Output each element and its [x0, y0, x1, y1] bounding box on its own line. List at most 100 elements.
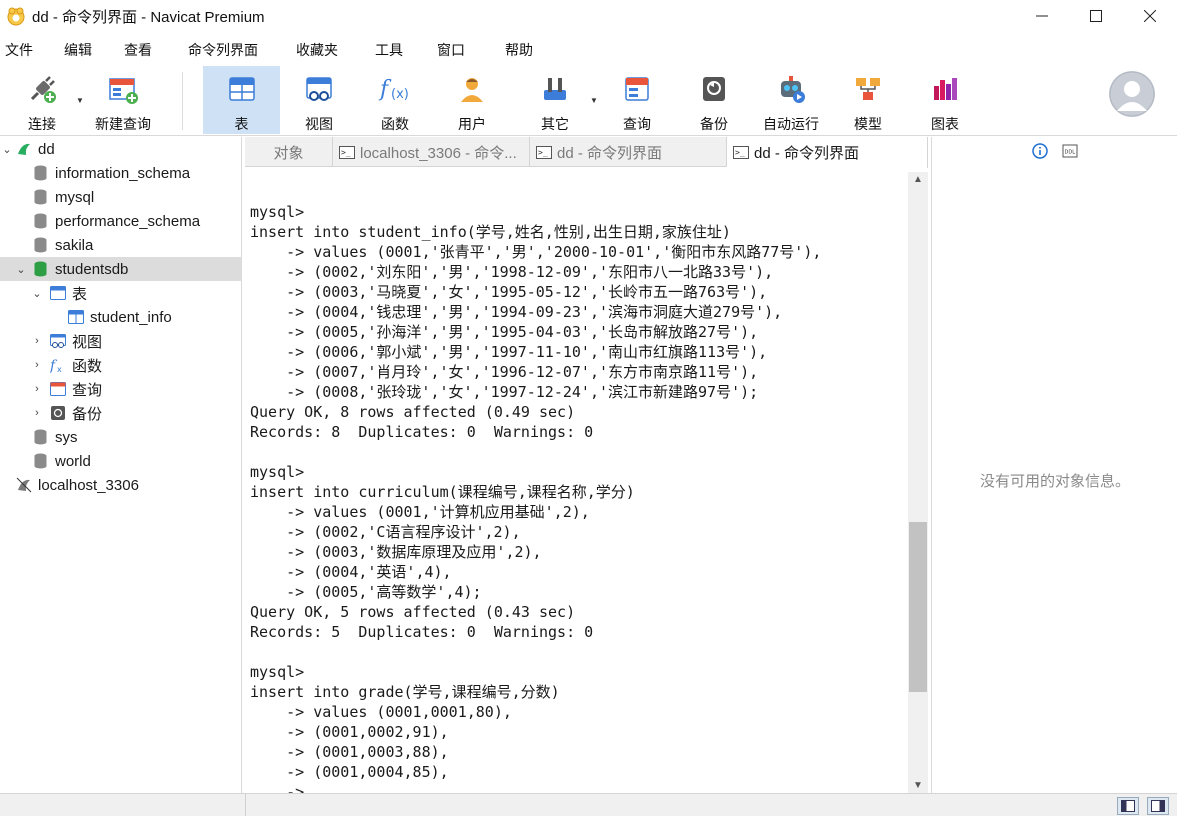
tree-db-world[interactable]: world: [0, 449, 242, 473]
mysql-connection-icon: [16, 477, 32, 493]
query-icon: [50, 382, 66, 396]
connect-button[interactable]: 连接: [14, 66, 70, 134]
console-line: insert into curriculum(课程编号,课程名称,学分): [250, 483, 635, 501]
menu-file[interactable]: 文件: [2, 40, 36, 60]
function-button[interactable]: f (x) 函数: [366, 66, 424, 134]
database-icon: [34, 453, 47, 469]
chevron-right-icon[interactable]: ›: [30, 335, 44, 347]
console-line: -> (0001,0002,91),: [250, 723, 449, 741]
tree-db-sakila[interactable]: sakila: [0, 233, 242, 257]
tree-db-sys[interactable]: sys: [0, 425, 242, 449]
maximize-button[interactable]: [1069, 0, 1123, 32]
tree-group-functions[interactable]: › fx 函数: [0, 353, 242, 377]
toggle-left-panel-button[interactable]: [1117, 797, 1139, 815]
terminal-icon: >_: [536, 145, 552, 159]
close-icon: [1144, 10, 1156, 22]
menu-window[interactable]: 窗口: [434, 40, 468, 60]
info-panel: DDL 没有可用的对象信息。: [931, 137, 1177, 793]
console-line: Records: 5 Duplicates: 0 Warnings: 0: [250, 623, 594, 641]
model-button[interactable]: 模型: [839, 66, 897, 134]
other-button[interactable]: 其它: [526, 66, 584, 134]
other-dropdown-icon[interactable]: ▼: [590, 96, 598, 105]
tab-localhost-console[interactable]: >_ localhost_3306 - 命令...: [333, 137, 530, 167]
chevron-right-icon[interactable]: ›: [30, 407, 44, 419]
database-icon: [34, 189, 47, 205]
menu-tools[interactable]: 工具: [372, 40, 406, 60]
backup-button[interactable]: 备份: [685, 66, 743, 134]
tree-table-student-info[interactable]: student_info: [0, 305, 242, 329]
console-line: -> (0001,0003,88),: [250, 743, 449, 761]
menu-console[interactable]: 命令列界面: [185, 40, 261, 60]
console-line: mysql>: [250, 663, 305, 681]
title-bar: dd - 命令列界面 - Navicat Premium: [0, 0, 1177, 32]
status-separator: [245, 794, 246, 816]
tree-group-queries[interactable]: › 查询: [0, 377, 242, 401]
user-button[interactable]: 用户: [443, 66, 501, 134]
tree-group-tables[interactable]: ⌄ 表: [0, 281, 242, 305]
tab-bar: 对象 >_ localhost_3306 - 命令... >_ dd - 命令列…: [245, 137, 928, 168]
scroll-down-icon[interactable]: ▼: [908, 780, 928, 791]
menu-favorites[interactable]: 收藏夹: [293, 40, 341, 60]
terminal-icon: >_: [339, 145, 355, 159]
console-line: -> (0003,'数据库原理及应用',2),: [250, 543, 542, 561]
chevron-down-icon[interactable]: ⌄: [0, 143, 14, 156]
table-button[interactable]: 表: [203, 66, 280, 134]
console-output[interactable]: mysql> insert into student_info(学号,姓名,性别,…: [245, 172, 908, 793]
close-button[interactable]: [1123, 0, 1177, 32]
database-icon: [34, 429, 47, 445]
tree-db-mysql[interactable]: mysql: [0, 185, 242, 209]
console-scrollbar[interactable]: ▲ ▼: [908, 172, 928, 793]
console-line: Query OK, 8 rows affected (0.49 sec): [250, 403, 576, 421]
console-line: -> values (0001,'计算机应用基础',2),: [250, 503, 590, 521]
console-line: -> (0003,'马晓夏','女','1995-05-12','长岭市五一路7…: [250, 283, 768, 301]
tree-db-performance-schema[interactable]: performance_schema: [0, 209, 242, 233]
database-icon: [34, 237, 47, 253]
menu-edit[interactable]: 编辑: [61, 40, 95, 60]
chevron-down-icon[interactable]: ⌄: [14, 263, 28, 276]
chevron-right-icon[interactable]: ›: [30, 383, 44, 395]
tree-db-studentsdb[interactable]: ⌄ studentsdb: [0, 257, 242, 281]
minimize-button[interactable]: [1015, 0, 1069, 32]
minimize-icon: [1036, 15, 1048, 17]
console-line: -> (0001,0004,85),: [250, 763, 449, 781]
toolbar: 连接 ▼ 新建查询 表 视图 f (x) 函数 用户 其它 ▼ 查询 备份 自动…: [0, 66, 1177, 134]
menu-help[interactable]: 帮助: [502, 40, 536, 60]
auto-run-button[interactable]: 自动运行: [755, 66, 827, 134]
tree-group-backups[interactable]: › 备份: [0, 401, 242, 425]
maximize-icon: [1090, 10, 1102, 22]
query-icon: [625, 77, 649, 101]
info-icon[interactable]: [1032, 143, 1048, 159]
view-button[interactable]: 视图: [290, 66, 348, 134]
query-button[interactable]: 查询: [608, 66, 666, 134]
tree-connection-localhost[interactable]: localhost_3306: [0, 473, 242, 497]
console-line: -> (0005,'孙海洋','男','1995-04-03','长岛市解放路2…: [250, 323, 759, 341]
console-line: -> values (0001,0001,80),: [250, 703, 512, 721]
function-icon: fx: [50, 358, 62, 373]
tab-objects[interactable]: 对象: [245, 137, 333, 167]
tab-dd-console-1[interactable]: >_ dd - 命令列界面: [530, 137, 727, 167]
tree-connection-dd[interactable]: ⌄ dd: [0, 137, 242, 161]
toggle-right-panel-button[interactable]: [1147, 797, 1169, 815]
scroll-up-icon[interactable]: ▲: [908, 174, 928, 185]
new-query-button[interactable]: 新建查询: [90, 66, 156, 134]
tree-db-information-schema[interactable]: information_schema: [0, 161, 242, 185]
database-open-icon: [34, 261, 47, 277]
svg-text:(x): (x): [391, 87, 409, 102]
function-icon: f (x): [378, 77, 409, 102]
menu-view[interactable]: 查看: [121, 40, 155, 60]
console-line: -> (0002,'刘东阳','男','1998-12-09','东阳市八一北路…: [250, 263, 774, 281]
robot-icon: [781, 76, 805, 103]
connect-dropdown-icon[interactable]: ▼: [76, 96, 84, 105]
svg-text:DDL: DDL: [1065, 150, 1076, 156]
chevron-down-icon[interactable]: ⌄: [30, 287, 44, 300]
tab-dd-console-2[interactable]: >_ dd - 命令列界面: [727, 137, 928, 168]
console-line: -> (0007,'肖月玲','女','1996-12-07','东方市南京路1…: [250, 363, 759, 381]
database-icon: [34, 165, 47, 181]
menu-bar: 文件 编辑 查看 命令列界面 收藏夹 工具 窗口 帮助: [0, 36, 1177, 64]
tree-group-views[interactable]: › 视图: [0, 329, 242, 353]
user-avatar[interactable]: [1109, 71, 1155, 117]
chart-button[interactable]: 图表: [916, 66, 974, 134]
scrollbar-thumb[interactable]: [909, 522, 927, 692]
chevron-right-icon[interactable]: ›: [30, 359, 44, 371]
ddl-icon[interactable]: DDL: [1062, 143, 1078, 159]
